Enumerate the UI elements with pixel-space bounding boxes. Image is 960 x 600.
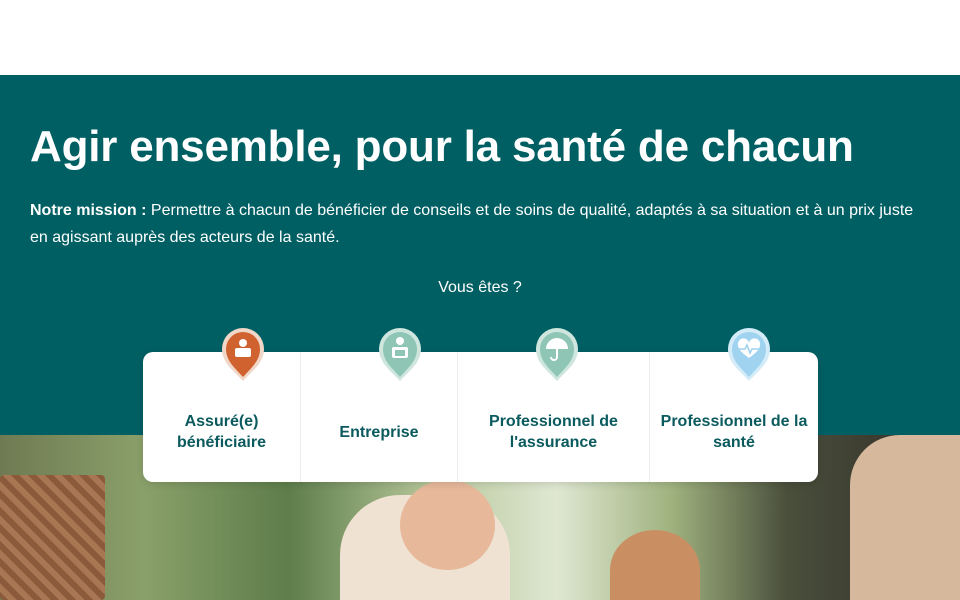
heart-pulse-icon xyxy=(724,323,774,383)
insured-person-icon xyxy=(218,323,268,383)
profile-card-label: Assuré(e) bénéficiaire xyxy=(177,413,266,451)
profile-card-label: Professionnel de la santé xyxy=(660,413,808,451)
hero-title: Agir ensemble, pour la santé de chacun xyxy=(30,122,854,171)
profile-card-label: Entreprise xyxy=(339,423,419,441)
umbrella-icon xyxy=(532,323,582,383)
mission-statement: Notre mission : Permettre à chacun de bé… xyxy=(30,197,930,251)
mission-text: Permettre à chacun de bénéficier de cons… xyxy=(30,202,914,246)
profile-question: Vous êtes ? xyxy=(438,279,522,296)
top-header-bar xyxy=(0,0,960,75)
profile-card-label: Professionnel de l'assurance xyxy=(489,413,618,451)
business-person-icon xyxy=(375,323,425,383)
mission-label: Notre mission : xyxy=(30,202,147,219)
